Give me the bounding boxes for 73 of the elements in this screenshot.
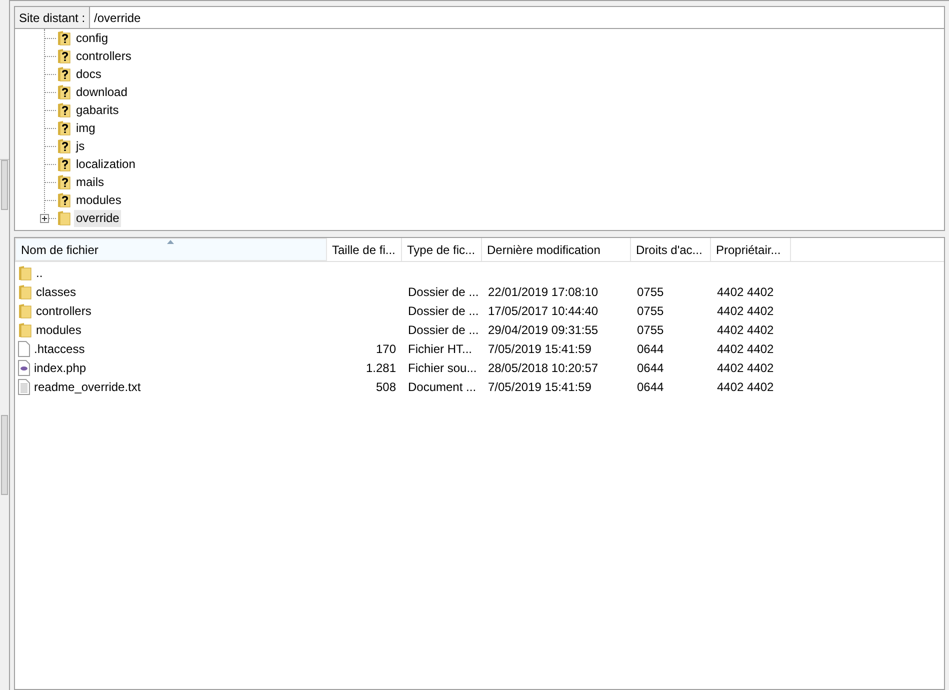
unknown-folder-icon bbox=[57, 84, 71, 100]
file-name[interactable]: .htaccess bbox=[34, 340, 85, 358]
remote-site-label: Site distant : bbox=[14, 6, 90, 29]
tree-item[interactable]: docs bbox=[74, 66, 104, 82]
table-cell-text: 0755 bbox=[637, 284, 664, 300]
table-cell-text: 7/05/2019 15:41:59 bbox=[488, 340, 592, 358]
column-header[interactable]: Propriétair... bbox=[711, 238, 791, 261]
file-name[interactable]: index.php bbox=[34, 358, 86, 376]
folder-icon bbox=[18, 322, 32, 338]
table-cell-text: Dossier de ... bbox=[408, 284, 479, 300]
tree-item[interactable]: img bbox=[74, 120, 98, 136]
file-name[interactable]: controllers bbox=[36, 302, 92, 320]
column-header[interactable]: Taille de fi... bbox=[327, 238, 402, 261]
unknown-folder-icon bbox=[57, 120, 71, 136]
folder-icon bbox=[18, 284, 32, 300]
table-cell-text: 4402 4402 bbox=[717, 378, 774, 396]
file-name[interactable]: readme_override.txt bbox=[34, 378, 141, 396]
folder-icon bbox=[18, 264, 32, 280]
unknown-folder-icon bbox=[57, 174, 71, 190]
table-cell-text: Dossier de ... bbox=[408, 322, 479, 338]
tree-item[interactable]: config bbox=[74, 30, 110, 46]
tree-item[interactable]: gabarits bbox=[74, 102, 121, 118]
table-cell-text: 4402 4402 bbox=[717, 284, 774, 300]
tree-item[interactable]: localization bbox=[74, 156, 138, 172]
expand-icon[interactable] bbox=[40, 214, 49, 223]
table-cell-text: 28/05/2018 10:20:57 bbox=[488, 360, 598, 376]
unknown-folder-icon bbox=[57, 66, 71, 82]
table-cell-text: 4402 4402 bbox=[717, 302, 774, 320]
column-header[interactable]: Type de fic... bbox=[402, 238, 482, 261]
table-cell-text: 0644 bbox=[637, 360, 664, 376]
unknown-folder-icon bbox=[57, 138, 71, 154]
table-cell-text: 0644 bbox=[637, 340, 664, 358]
unknown-folder-icon bbox=[57, 192, 71, 208]
table-cell-text: 0755 bbox=[637, 302, 664, 320]
table-cell-text: 1.281 bbox=[366, 360, 396, 376]
table-cell-text: 29/04/2019 09:31:55 bbox=[488, 322, 598, 338]
table-cell-text: 170 bbox=[376, 340, 396, 358]
sort-arrow-icon bbox=[167, 240, 174, 244]
table-cell-text: 7/05/2019 15:41:59 bbox=[488, 378, 592, 396]
table-cell-text: Dossier de ... bbox=[408, 302, 479, 320]
column-header[interactable]: Dernière modification bbox=[482, 238, 631, 261]
tree-item[interactable]: download bbox=[74, 84, 130, 100]
table-cell-text: 4402 4402 bbox=[717, 322, 774, 338]
table-cell-text: 4402 4402 bbox=[717, 340, 774, 358]
text-file-icon bbox=[18, 378, 30, 394]
table-cell-text: Document ... bbox=[408, 378, 476, 396]
column-header[interactable]: Nom de fichier bbox=[15, 238, 327, 261]
unknown-folder-icon bbox=[57, 102, 71, 118]
table-cell-text: 0755 bbox=[637, 322, 664, 338]
column-header[interactable]: Droits d'ac... bbox=[631, 238, 711, 261]
folder-icon bbox=[57, 210, 71, 226]
tree-item[interactable]: modules bbox=[74, 192, 124, 208]
tree-item[interactable]: js bbox=[74, 138, 87, 154]
table-cell-text: 0644 bbox=[637, 378, 664, 396]
file-icon bbox=[18, 340, 30, 356]
table-cell-text: 22/01/2019 17:08:10 bbox=[488, 284, 598, 300]
table-cell-text: 4402 4402 bbox=[717, 360, 774, 376]
folder-icon bbox=[18, 302, 32, 318]
table-cell-text: 508 bbox=[376, 378, 396, 396]
tree-item[interactable]: controllers bbox=[74, 48, 134, 64]
path-field[interactable]: /override bbox=[90, 6, 945, 29]
tree-item[interactable]: mails bbox=[74, 174, 106, 190]
unknown-folder-icon bbox=[57, 156, 71, 172]
tree-item[interactable]: override bbox=[74, 210, 122, 226]
table-cell-text: Fichier sou... bbox=[408, 360, 477, 376]
unknown-folder-icon bbox=[57, 48, 71, 64]
table-cell-text: Fichier HT... bbox=[408, 340, 472, 358]
unknown-folder-icon bbox=[57, 30, 71, 46]
table-cell-text: 17/05/2017 10:44:40 bbox=[488, 302, 598, 320]
file-name[interactable]: modules bbox=[36, 320, 82, 338]
php-file-icon bbox=[18, 360, 30, 376]
file-name[interactable]: classes bbox=[36, 282, 76, 300]
file-name[interactable]: .. bbox=[36, 264, 43, 282]
